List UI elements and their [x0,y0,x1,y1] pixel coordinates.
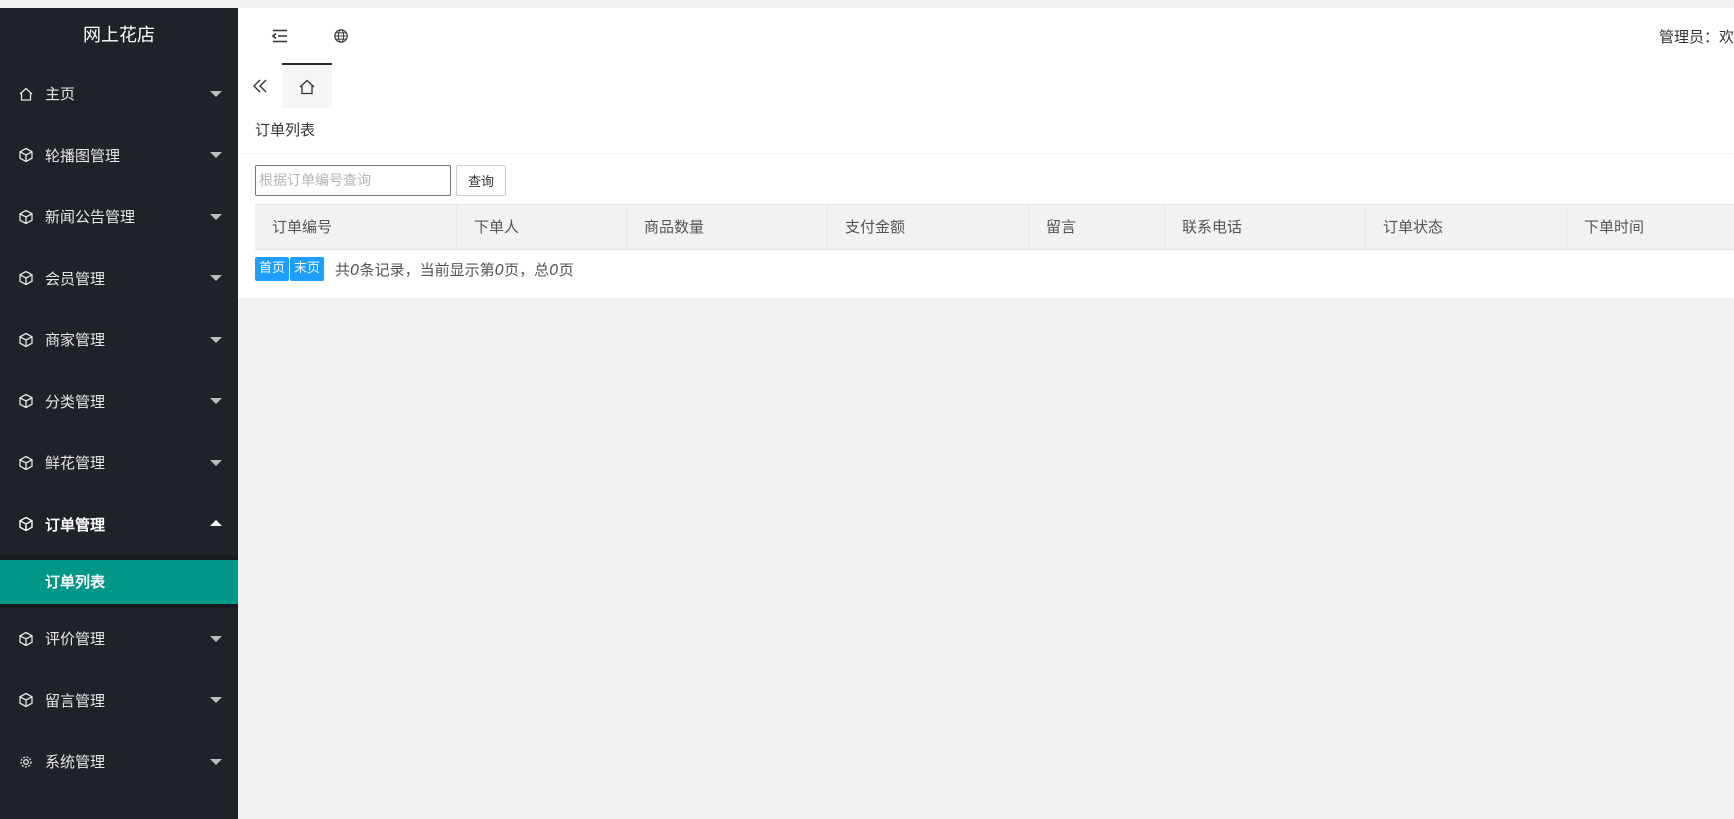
caret-down-icon [210,635,222,642]
menu-collapse-icon[interactable] [269,25,291,47]
sidebar-item-members[interactable]: 会员管理 [0,248,238,310]
sidebar-item-news[interactable]: 新闻公告管理 [0,186,238,248]
column-header[interactable]: 留言 [1029,205,1165,249]
caret-down-icon [210,152,222,159]
caret-down-icon [210,90,222,97]
cube-icon [16,514,36,534]
sidebar-item-orders[interactable]: 订单管理 [0,494,238,556]
top-header: 管理员：欢 [238,8,1734,64]
column-header[interactable]: 支付金额 [828,205,1029,249]
pagination-info: 共0条记录，当前显示第0页，总0页 [335,260,574,279]
home-icon [16,84,36,104]
cube-icon [16,145,36,165]
sidebar-item-reviews[interactable]: 评价管理 [0,608,238,670]
cube-icon [16,629,36,649]
caret-down-icon [210,459,222,466]
cube-icon [16,330,36,350]
sidebar-item-categories[interactable]: 分类管理 [0,371,238,433]
admin-greeting[interactable]: 管理员：欢 [1659,26,1734,47]
caret-down-icon [210,398,222,405]
app-logo-title: 网上花店 [83,25,155,46]
cube-icon [16,453,36,473]
cube-icon [16,207,36,227]
column-header[interactable]: 商品数量 [627,205,828,249]
page-title: 订单列表 [238,108,1734,154]
cube-icon [16,690,36,710]
globe-icon[interactable] [330,25,352,47]
sidebar-item-home[interactable]: 主页 [0,63,238,125]
sidebar: 网上花店 主页 轮播图管理 新闻公告管理 会员管理 商家管理 分类管理 鲜花管理… [0,8,238,819]
tabs-scroll-left-icon[interactable] [238,63,282,108]
caret-down-icon [210,213,222,220]
sidebar-item-carousel[interactable]: 轮播图管理 [0,125,238,187]
total-records: 0 [350,260,360,279]
home-icon [299,79,315,94]
tab-home[interactable] [282,63,332,108]
orders-submenu: 订单列表 [0,555,238,608]
column-header[interactable]: 订单状态 [1366,205,1567,249]
search-row: 查询 [255,165,507,196]
gear-icon [16,752,36,772]
order-list-card: 订单列表 查询 订单编号 下单人 商品数量 支付金额 留言 联系电话 订单状态 … [238,108,1734,298]
sidebar-item-flowers[interactable]: 鲜花管理 [0,432,238,494]
cube-icon [16,268,36,288]
table-header-row: 订单编号 下单人 商品数量 支付金额 留言 联系电话 订单状态 下单时间 [255,204,1734,250]
column-header[interactable]: 下单时间 [1567,205,1734,249]
search-button[interactable]: 查询 [456,165,507,196]
sidebar-item-merchants[interactable]: 商家管理 [0,309,238,371]
column-header[interactable]: 订单编号 [255,205,457,249]
caret-down-icon [210,758,222,765]
pagination: 首页 末页 共0条记录，当前显示第0页，总0页 [255,257,574,281]
tabs-bar [238,63,1734,109]
caret-down-icon [210,336,222,343]
sidebar-item-messages[interactable]: 留言管理 [0,670,238,732]
last-page-button[interactable]: 末页 [290,257,325,281]
column-header[interactable]: 联系电话 [1165,205,1366,249]
sidebar-subitem-order-list[interactable]: 订单列表 [0,560,238,604]
caret-down-icon [210,275,222,282]
sidebar-item-system[interactable]: 系统管理 [0,731,238,793]
current-page: 0 [494,260,505,279]
caret-up-icon [210,520,222,527]
total-pages: 0 [549,260,559,279]
first-page-button[interactable]: 首页 [255,257,290,281]
column-header[interactable]: 下单人 [457,205,627,249]
search-input[interactable] [255,165,451,196]
caret-down-icon [210,697,222,704]
cube-icon [16,391,36,411]
